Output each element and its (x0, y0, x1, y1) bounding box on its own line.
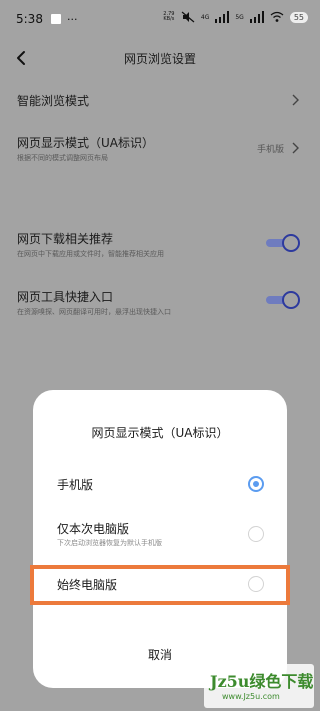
setting-label: 网页下载相关推荐 (17, 232, 114, 246)
battery-icon: 55 (289, 11, 308, 23)
setting-download-recommend: 网页下载相关推荐 在网页中下载应用或文件时，智能推荐相关应用 (0, 226, 320, 264)
signal-icon-2 (249, 11, 264, 23)
setting-smart-mode[interactable]: 智能浏览模式 (0, 86, 320, 114)
watermark-url: www.Jz5u.com (222, 692, 280, 701)
status-bar: 5:38 ··· 2.79 KB/s 4G 5G 55 (0, 0, 320, 38)
chevron-right-icon (292, 142, 299, 154)
wifi-icon (270, 11, 284, 22)
option-label: 手机版 (57, 478, 94, 492)
cancel-button[interactable]: 取消 (33, 646, 287, 663)
radio-unselected[interactable] (248, 526, 264, 542)
setting-label: 网页工具快捷入口 (17, 290, 114, 304)
status-icons: 2.79 KB/s 4G 5G 55 (163, 11, 308, 23)
notification-icon (50, 14, 61, 24)
tools-entry-toggle[interactable] (266, 291, 300, 309)
option-mobile[interactable]: 手机版 (33, 472, 287, 496)
setting-tools-entry: 网页工具快捷入口 在资源嗅探、网页翻译可用时，悬浮出现快捷入口 (0, 284, 320, 322)
mute-icon (181, 11, 195, 23)
sim2-label: 5G (235, 13, 244, 21)
download-recommend-toggle[interactable] (266, 234, 300, 252)
network-speed: 2.79 KB/s (163, 11, 175, 22)
page-title: 网页浏览设置 (123, 52, 196, 66)
setting-value: 手机版 (256, 145, 284, 155)
radio-selected[interactable] (248, 476, 264, 492)
status-time: 5:38 (16, 12, 43, 26)
watermark: Jz5u绿色下载 www.Jz5u.com (204, 664, 314, 708)
setting-description: 在网页中下载应用或文件时，智能推荐相关应用 (17, 250, 164, 258)
option-description: 下次启动浏览器恢复为默认手机版 (57, 539, 162, 547)
setting-ua-mode[interactable]: 网页显示模式（UA标识） 根据不同的模式调整网页布局 手机版 (0, 130, 320, 166)
setting-label: 智能浏览模式 (17, 94, 90, 108)
sim1-label: 4G (200, 13, 210, 21)
chevron-right-icon (292, 94, 299, 106)
option-desktop-once[interactable]: 仅本次电脑版 下次启动浏览器恢复为默认手机版 (33, 518, 287, 552)
highlight-box (30, 565, 290, 605)
signal-icon (215, 11, 230, 23)
setting-label: 网页显示模式（UA标识） (17, 136, 154, 150)
setting-description: 在资源嗅探、网页翻译可用时，悬浮出现快捷入口 (17, 308, 171, 316)
top-bar: 网页浏览设置 (0, 38, 320, 78)
option-label: 仅本次电脑版 (57, 522, 130, 536)
setting-description: 根据不同的模式调整网页布局 (17, 154, 108, 162)
watermark-brand: Jz5u绿色下载 (210, 672, 314, 691)
dialog-title: 网页显示模式（UA标识） (91, 426, 229, 440)
more-notifications-icon: ··· (66, 12, 78, 26)
ua-mode-dialog: 网页显示模式（UA标识） 手机版 仅本次电脑版 下次启动浏览器恢复为默认手机版 … (33, 390, 287, 688)
